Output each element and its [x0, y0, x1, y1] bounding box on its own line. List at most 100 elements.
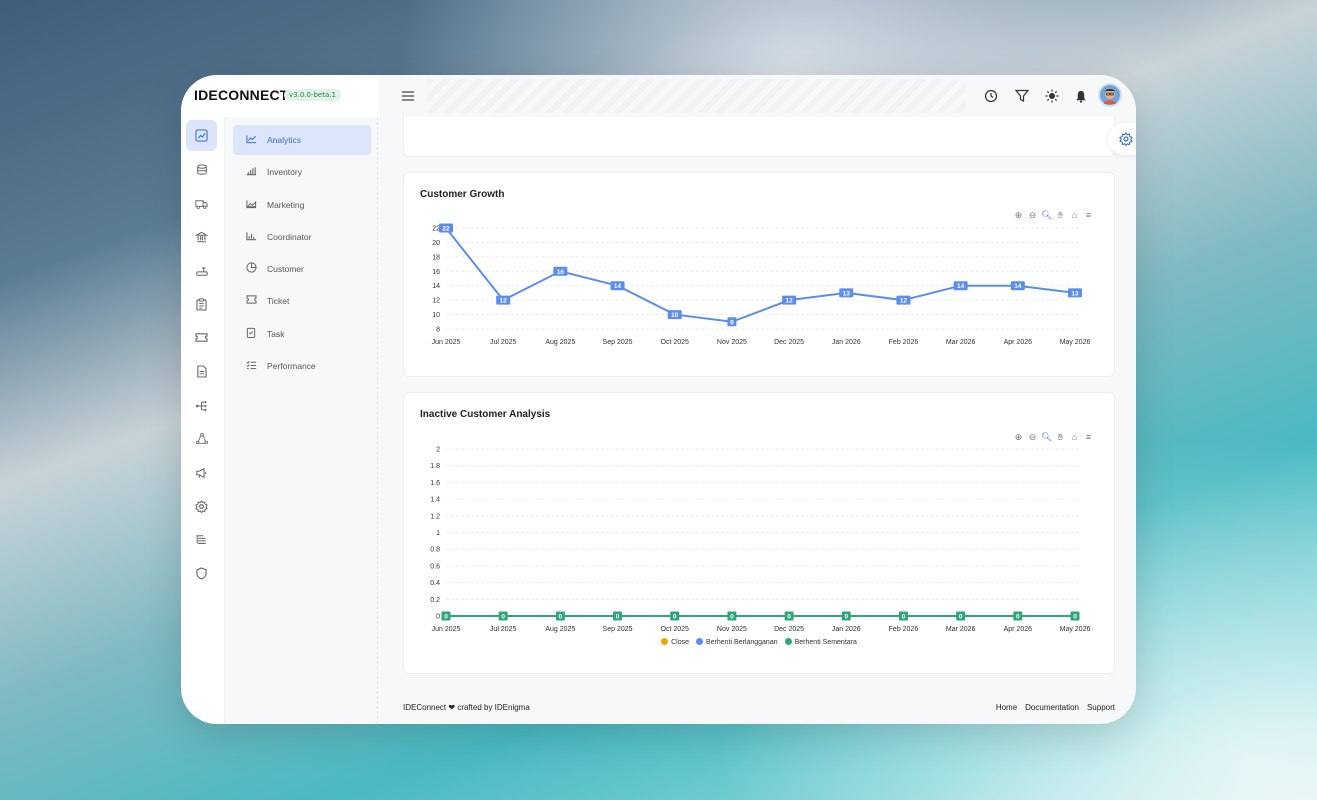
y-tick-label: 12: [432, 298, 440, 305]
data-label: 0: [673, 614, 677, 621]
y-tick-label: 0: [436, 614, 440, 621]
chart-legend: Close Berhenti Berlangganan Berhenti Sem…: [404, 638, 1114, 646]
data-label: 13: [843, 290, 851, 297]
y-tick-label: 1.8: [430, 463, 440, 470]
data-label: 9: [730, 319, 734, 326]
bell-icon[interactable]: [1071, 86, 1091, 106]
brand-name[interactable]: IDECONNECT: [194, 87, 289, 103]
legend-item-berhenti-berlangganan[interactable]: Berhenti Berlangganan: [696, 638, 778, 646]
data-label: 0: [902, 614, 906, 621]
x-tick-label: Apr 2026: [1004, 339, 1033, 346]
submenu-label: Inventory: [267, 167, 302, 177]
submenu-label: Performance: [267, 361, 316, 371]
legend-item-close[interactable]: Close: [661, 638, 689, 646]
document-icon[interactable]: [186, 356, 217, 387]
router-icon[interactable]: [186, 255, 217, 286]
menu-toggle-icon[interactable]: [402, 88, 414, 104]
cycle-icon[interactable]: [186, 423, 217, 454]
brand-header: IDECONNECT v3.0.0-beta.1: [181, 75, 378, 117]
app-window: IDECONNECT v3.0.0-beta.1 Analytics Inven…: [181, 75, 1136, 724]
megaphone-icon[interactable]: [186, 457, 217, 488]
icon-rail: [181, 117, 225, 724]
data-label: 12: [900, 298, 908, 305]
data-label: 0: [559, 614, 563, 621]
footer-links: Home Documentation Support: [996, 703, 1115, 712]
data-label: 0: [1016, 614, 1020, 621]
submenu-item-marketing[interactable]: Marketing: [233, 190, 371, 220]
footer-brand: IDEConnect: [403, 703, 447, 712]
submenu-item-coordinator[interactable]: Coordinator: [233, 222, 371, 252]
submenu-item-ticket[interactable]: Ticket: [233, 286, 371, 316]
x-tick-label: Nov 2025: [717, 339, 747, 346]
x-tick-label: Aug 2025: [545, 339, 575, 346]
data-label: 0: [444, 614, 448, 621]
data-label: 0: [1073, 614, 1077, 621]
y-tick-label: 1: [436, 530, 440, 537]
submenu-item-inventory[interactable]: Inventory: [233, 157, 371, 187]
y-tick-label: 0.4: [430, 580, 440, 587]
y-tick-label: 8: [436, 327, 440, 334]
ticket-icon[interactable]: [186, 322, 217, 353]
submenu-label: Customer: [267, 264, 304, 274]
footer-link-support[interactable]: Support: [1087, 703, 1115, 712]
clipboard-icon[interactable]: [186, 289, 217, 320]
inactive-customer-card: Inactive Customer Analysis ⊕ ⊖ 🔍︎ ✋︎ ⌂ ≡…: [403, 392, 1115, 674]
data-label: 12: [785, 298, 793, 305]
data-label: 10: [671, 312, 679, 319]
shield-icon[interactable]: [186, 558, 217, 589]
x-tick-label: Jun 2025: [432, 626, 461, 633]
x-tick-label: Oct 2025: [661, 626, 690, 633]
y-tick-label: 0.6: [430, 563, 440, 570]
submenu-label: Coordinator: [267, 232, 312, 242]
y-tick-label: 10: [432, 312, 440, 319]
column-chart-icon: [245, 231, 257, 244]
database-icon[interactable]: [186, 154, 217, 185]
y-tick-label: 22: [432, 226, 440, 233]
data-label: 0: [730, 614, 734, 621]
submenu-item-task[interactable]: Task: [233, 319, 371, 349]
x-tick-label: Feb 2026: [889, 626, 919, 633]
analytics-icon[interactable]: [186, 120, 217, 151]
data-label: 12: [500, 298, 508, 305]
x-tick-label: Feb 2026: [889, 339, 919, 346]
submenu-label: Task: [267, 329, 285, 339]
submenu-item-analytics[interactable]: Analytics: [233, 125, 371, 155]
footer-link-documentation[interactable]: Documentation: [1025, 703, 1079, 712]
ticket-icon: [245, 295, 257, 307]
hierarchy-icon[interactable]: [186, 390, 217, 421]
bar-chart-icon: [245, 166, 257, 179]
x-tick-label: Mar 2026: [946, 626, 976, 633]
gear-icon[interactable]: [186, 491, 217, 522]
version-badge: v3.0.0-beta.1: [284, 89, 341, 101]
checklist-icon: [245, 360, 257, 373]
user-avatar[interactable]: [1098, 83, 1122, 107]
x-tick-label: Nov 2025: [717, 626, 747, 633]
submenu-item-customer[interactable]: Customer: [233, 254, 371, 284]
sun-icon[interactable]: [1042, 86, 1062, 106]
x-tick-label: Apr 2026: [1004, 626, 1033, 633]
x-tick-label: Jan 2026: [832, 339, 861, 346]
heart-icon: ❤: [448, 703, 456, 712]
history-icon[interactable]: [981, 86, 1001, 106]
y-tick-label: 0.2: [430, 597, 440, 604]
filter-icon[interactable]: [1012, 86, 1032, 106]
topbar-hatch-pattern: [426, 79, 966, 113]
topbar: [378, 75, 1136, 117]
settings-gear-button[interactable]: [1108, 123, 1136, 155]
truck-icon[interactable]: [186, 188, 217, 219]
footer-link-home[interactable]: Home: [996, 703, 1017, 712]
x-tick-label: Jul 2025: [490, 626, 517, 633]
bank-icon[interactable]: [186, 221, 217, 252]
list-tree-icon[interactable]: [186, 524, 217, 555]
submenu-item-performance[interactable]: Performance: [233, 351, 371, 381]
x-tick-label: Jun 2025: [432, 339, 461, 346]
data-label: 14: [614, 283, 622, 290]
area-chart-icon: [245, 199, 257, 212]
x-tick-label: Mar 2026: [946, 339, 976, 346]
legend-item-berhenti-sementara[interactable]: Berhenti Sementara: [784, 638, 857, 646]
data-label: 16: [557, 269, 565, 276]
y-tick-label: 14: [432, 283, 440, 290]
line-chart-icon: [245, 134, 257, 147]
data-label: 14: [1014, 283, 1022, 290]
customer-growth-chart: 810121416182022Jun 2025 Jul 2025 Aug 2025 S…: [432, 223, 1090, 346]
